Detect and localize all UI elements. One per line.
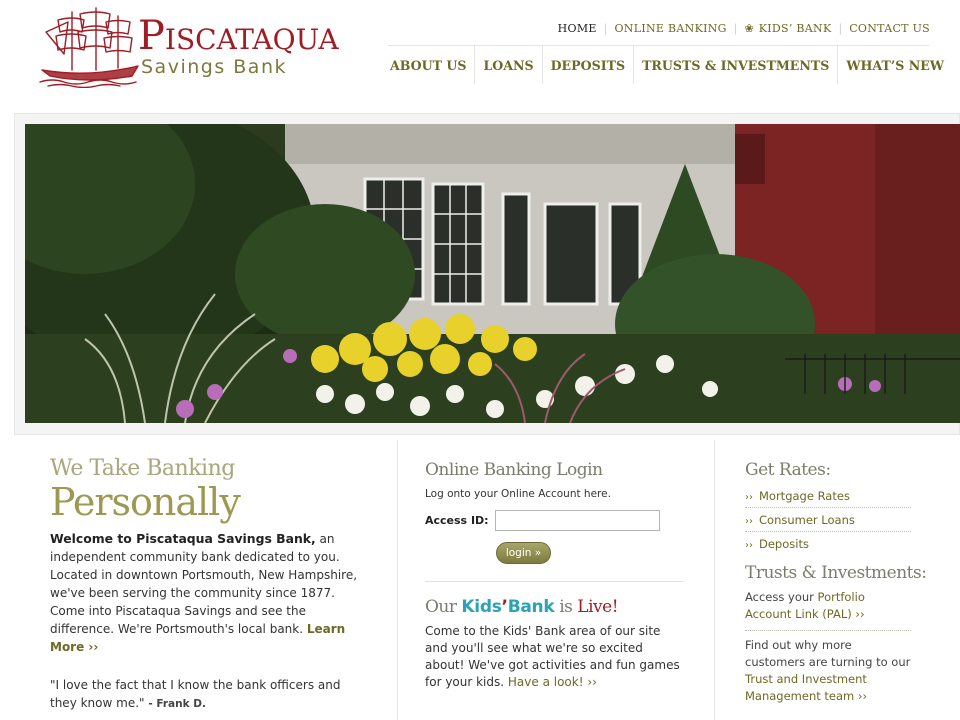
- welcome-body: an independent community bank dedicated …: [50, 532, 358, 636]
- bank-building-garden-image: [25, 124, 960, 423]
- paw-icon: ❀: [744, 22, 754, 35]
- testimonial-quote: "I love the fact that I know the bank of…: [50, 676, 368, 713]
- kids-bank-word: Bank: [507, 597, 555, 617]
- logo-bank-subtitle: Savings Bank: [141, 56, 287, 78]
- login-subtitle: Log onto your Online Account here.: [425, 488, 611, 500]
- main-nav: ABOUT US LOANS DEPOSITS TRUSTS & INVESTM…: [388, 45, 944, 85]
- util-nav-contact-us[interactable]: CONTACT US: [849, 22, 930, 35]
- kids-bank-heading: Our Kids’Bank is Live!: [425, 597, 683, 617]
- column-divider: [397, 440, 398, 720]
- pal-text: Access your: [745, 590, 818, 604]
- rates-item-consumer-loans[interactable]: ›› Consumer Loans: [745, 508, 911, 532]
- column-divider: [714, 440, 715, 720]
- kids-prefix: Our: [425, 597, 462, 617]
- kids-bank-paragraph: Come to the Kids' Bank area of our site …: [425, 623, 683, 691]
- nav-about-us[interactable]: ABOUT US: [388, 46, 476, 84]
- rates-item-label: Consumer Loans: [759, 513, 855, 527]
- rates-item-mortgage[interactable]: ›› Mortgage Rates: [745, 484, 911, 508]
- nav-divider: |: [838, 22, 843, 35]
- trusts-title: Trusts & Investments:: [745, 563, 927, 583]
- have-a-look-link[interactable]: Have a look! ››: [508, 675, 597, 689]
- double-chevron-icon: ››: [745, 540, 753, 551]
- kids-word: Kids: [461, 597, 502, 617]
- nav-loans[interactable]: LOANS: [475, 46, 543, 84]
- kids-is: is: [554, 597, 578, 617]
- kids-live: Live!: [577, 597, 619, 617]
- section-divider: [425, 581, 683, 582]
- trust-text: Find out why more customers are turning …: [745, 638, 911, 669]
- tagline-line-2: Personally: [50, 480, 241, 524]
- rates-item-label: Mortgage Rates: [759, 489, 850, 503]
- welcome-paragraph: Welcome to Piscataqua Savings Bank, an i…: [50, 530, 368, 656]
- welcome-lead: Welcome to Piscataqua Savings Bank,: [50, 531, 316, 546]
- trust-investment-link[interactable]: Trust and Investment Management team ››: [745, 672, 867, 703]
- kids-bank-logo[interactable]: Kids’Bank: [461, 597, 554, 617]
- trust-paragraph: Find out why more customers are turning …: [745, 637, 911, 705]
- rates-list: ›› Mortgage Rates ›› Consumer Loans ›› Depo…: [745, 484, 911, 556]
- utility-nav: HOME | ONLINE BANKING | ❀ KIDS’ BANK | C…: [558, 22, 930, 35]
- double-chevron-icon: ››: [745, 492, 753, 503]
- access-id-label: Access ID:: [425, 514, 489, 527]
- access-id-row: Access ID:: [425, 510, 683, 531]
- login-button[interactable]: login »: [496, 542, 551, 564]
- rates-item-deposits[interactable]: ›› Deposits: [745, 532, 911, 556]
- hero-photo: [25, 124, 960, 423]
- quote-author: - Frank D.: [148, 698, 206, 710]
- nav-divider: |: [733, 22, 738, 35]
- nav-divider: |: [603, 22, 608, 35]
- get-rates-title: Get Rates:: [745, 460, 831, 480]
- ship-logo-icon: [39, 7, 139, 88]
- rates-item-label: Deposits: [759, 537, 809, 551]
- nav-trusts-investments[interactable]: TRUSTS & INVESTMENTS: [634, 46, 839, 84]
- access-id-input[interactable]: [495, 510, 660, 531]
- login-title: Online Banking Login: [425, 460, 603, 480]
- nav-whats-new[interactable]: WHAT’S NEW: [838, 46, 944, 84]
- login-section: Online Banking Login Log onto your Onlin…: [425, 460, 683, 691]
- sidebar-section: Get Rates: ›› Mortgage Rates ›› Consumer L…: [745, 460, 927, 705]
- double-chevron-icon: ››: [745, 516, 753, 527]
- welcome-section: We Take Banking Personally Welcome to Pi…: [50, 456, 375, 713]
- util-nav-kids-bank[interactable]: KIDS’ BANK: [759, 22, 832, 35]
- section-divider: [745, 630, 911, 631]
- bank-logo[interactable]: Piscataqua Savings Bank: [38, 4, 339, 88]
- util-nav-home[interactable]: HOME: [558, 22, 597, 35]
- util-nav-online-banking[interactable]: ONLINE BANKING: [614, 22, 726, 35]
- nav-deposits[interactable]: DEPOSITS: [543, 46, 635, 84]
- pal-paragraph: Access your Portfolio Account Link (PAL)…: [745, 589, 911, 623]
- logo-bank-name: Piscataqua: [138, 13, 339, 59]
- tagline-line-1: We Take Banking: [50, 456, 235, 481]
